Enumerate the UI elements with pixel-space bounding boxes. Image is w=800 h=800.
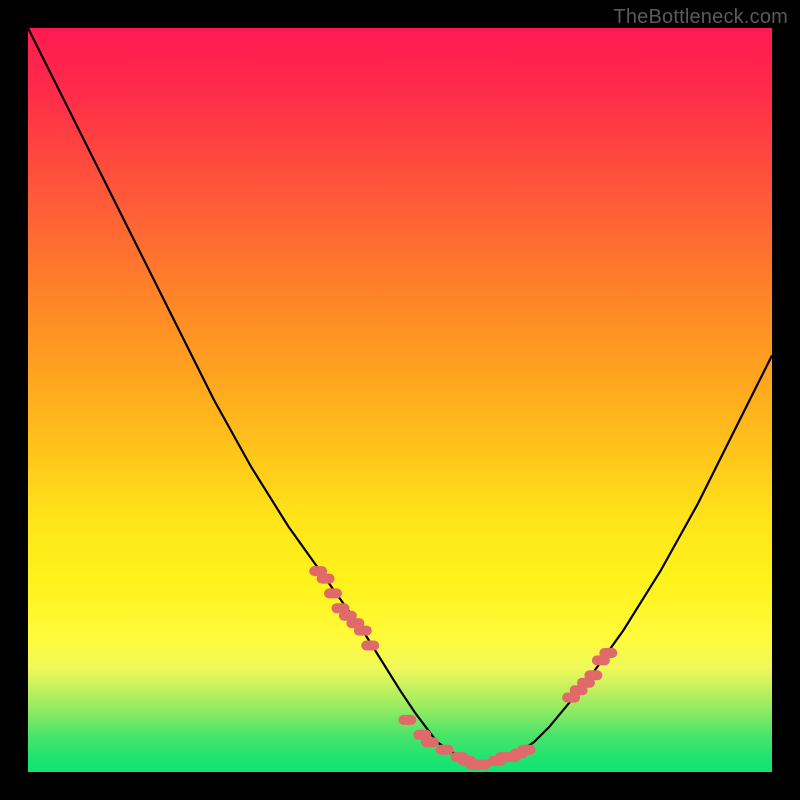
marker-dot [317, 574, 335, 584]
chart-svg [28, 28, 772, 772]
watermark-text: TheBottleneck.com [613, 6, 788, 29]
data-markers [309, 566, 617, 770]
bottleneck-curve [28, 28, 772, 765]
marker-dot [361, 641, 379, 651]
marker-dot [354, 626, 372, 636]
marker-dot [584, 670, 602, 680]
marker-dot [398, 715, 416, 725]
chart-frame: TheBottleneck.com [0, 0, 800, 800]
marker-dot [324, 588, 342, 598]
marker-dot [599, 648, 617, 658]
marker-dot [436, 745, 454, 755]
marker-dot [518, 745, 536, 755]
marker-dot [421, 737, 439, 747]
chart-gradient-area [28, 28, 772, 772]
